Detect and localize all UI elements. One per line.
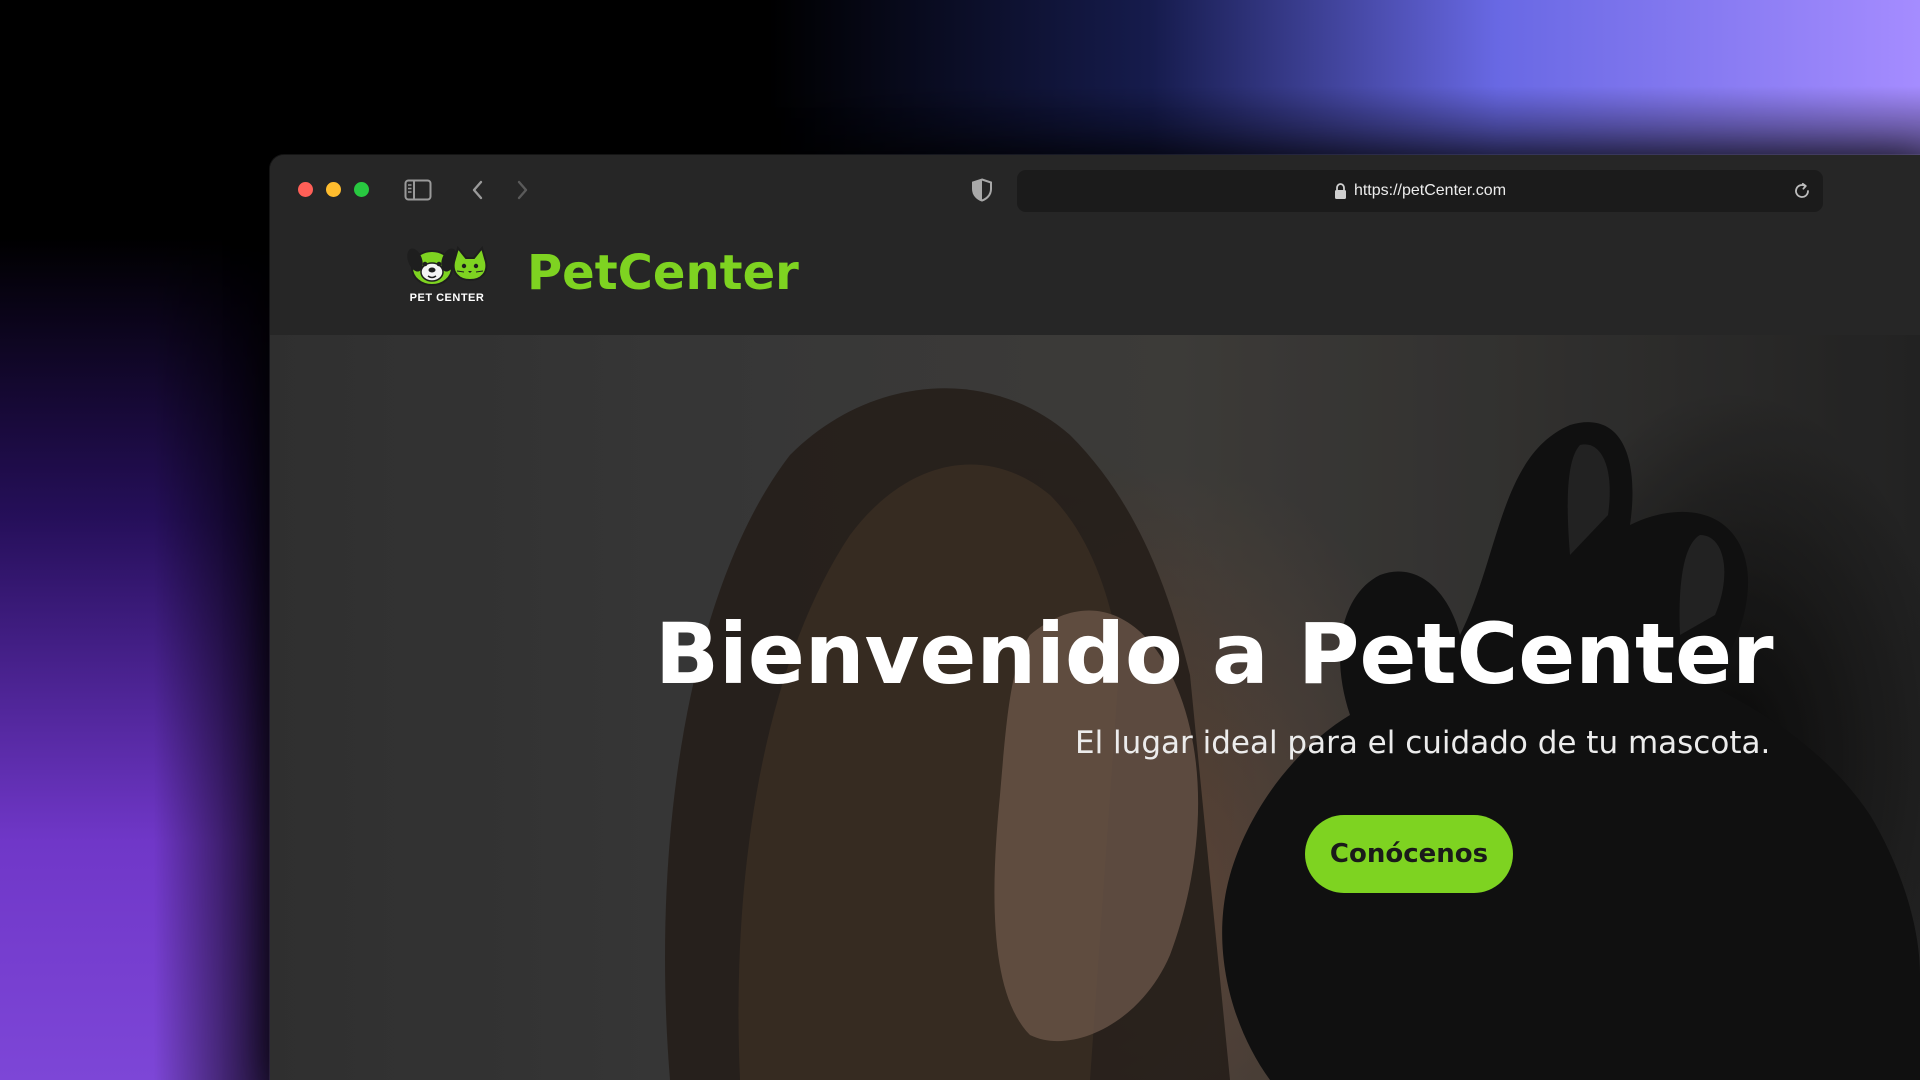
hero-section: Bienvenido a PetCenter El lugar ideal pa… xyxy=(270,335,1920,1080)
minimize-window-button[interactable] xyxy=(326,182,341,197)
browser-toolbar: https://petCenter.com xyxy=(270,155,1920,225)
sidebar-icon[interactable] xyxy=(404,177,432,203)
address-bar[interactable]: https://petCenter.com xyxy=(1017,170,1823,212)
browser-window: https://petCenter.com PET CENTER PetCent… xyxy=(270,155,1920,1080)
zoom-window-button[interactable] xyxy=(354,182,369,197)
site-header: PET CENTER PetCenter xyxy=(270,225,1920,335)
chevron-left-icon[interactable] xyxy=(464,177,492,203)
pet-center-logo[interactable]: PET CENTER xyxy=(402,242,492,308)
hero-title: Bienvenido a PetCenter xyxy=(655,605,1774,703)
brand-name[interactable]: PetCenter xyxy=(527,245,799,301)
logo-caption: PET CENTER xyxy=(409,292,485,304)
chevron-right-icon[interactable] xyxy=(508,177,536,203)
reload-icon[interactable] xyxy=(1791,180,1813,202)
close-window-button[interactable] xyxy=(298,182,313,197)
conocenos-button[interactable]: Conócenos xyxy=(1305,815,1513,893)
hero-overlay xyxy=(270,335,1920,1080)
shield-icon[interactable] xyxy=(968,177,996,203)
url-text[interactable]: https://petCenter.com xyxy=(1354,182,1506,200)
hero-subtitle: El lugar ideal para el cuidado de tu mas… xyxy=(1075,725,1771,761)
lock-icon xyxy=(1334,182,1347,200)
